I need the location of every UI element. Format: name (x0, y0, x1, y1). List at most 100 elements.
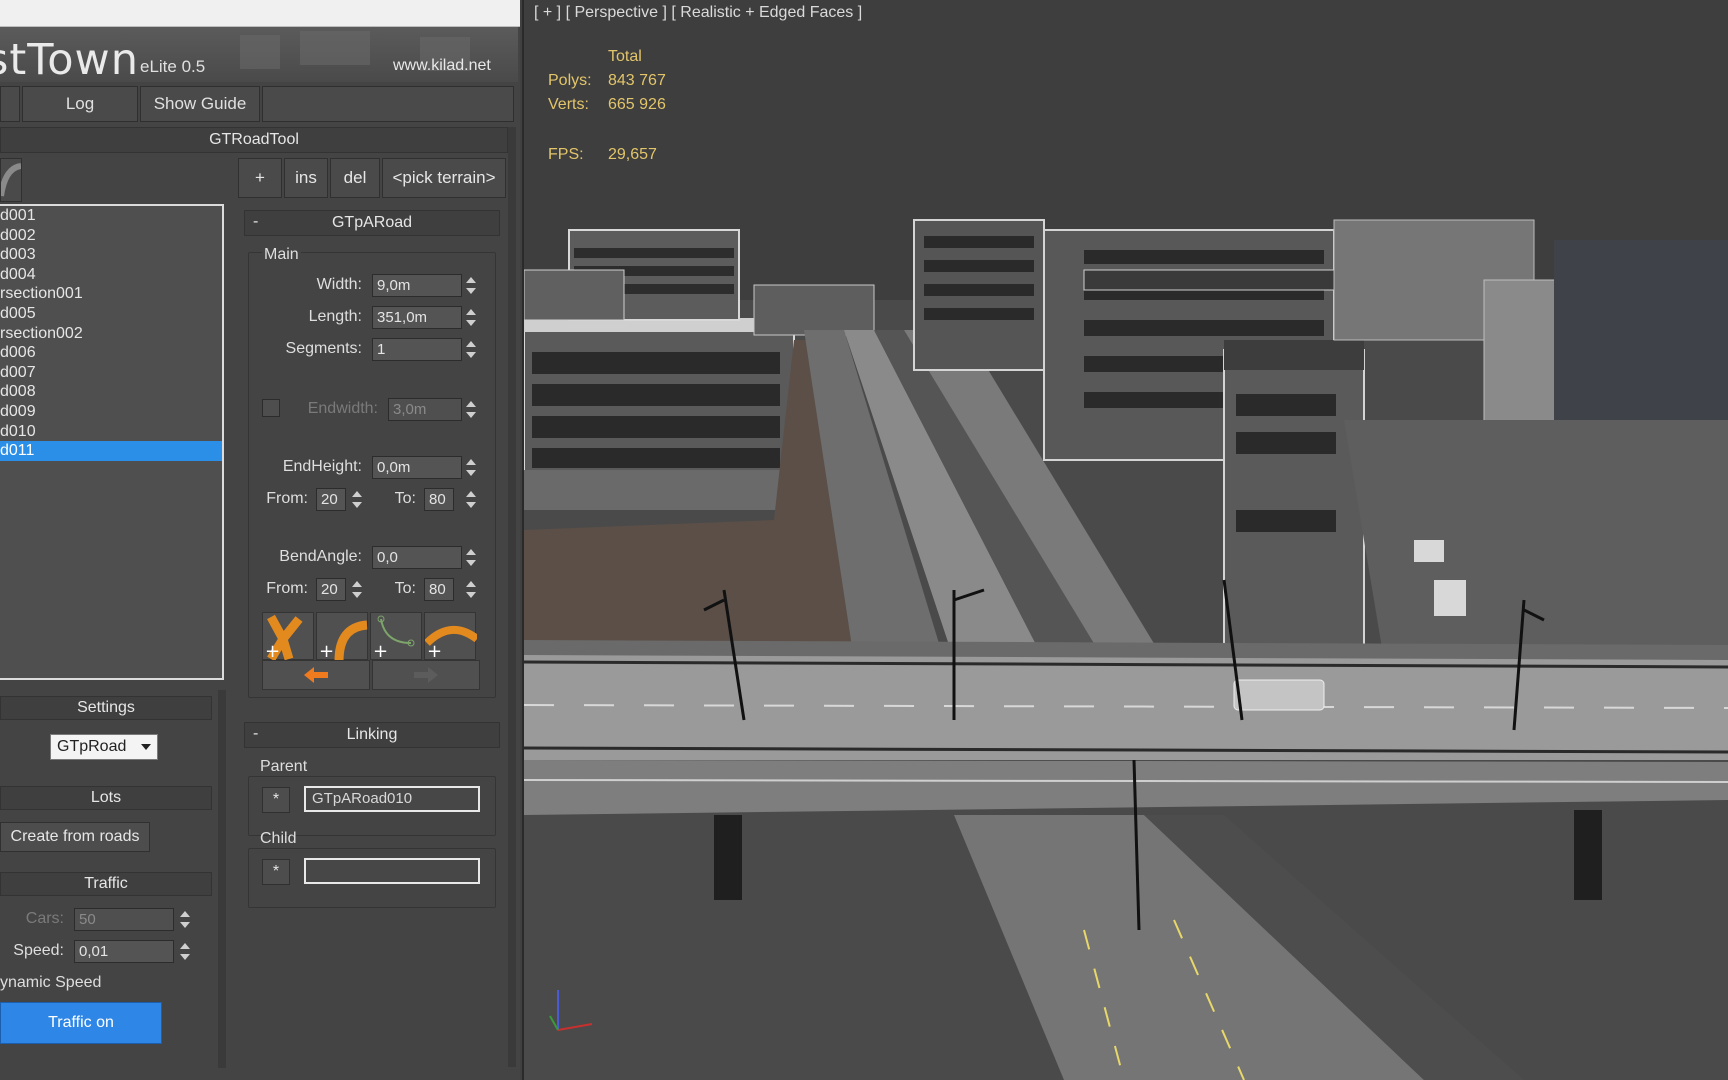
settings-dropdown[interactable]: GTpRoad (50, 734, 158, 760)
create-from-roads-button[interactable]: Create from roads (0, 822, 150, 852)
to-spinner[interactable]: 80 (424, 488, 454, 511)
length-spinner-arrows[interactable] (464, 306, 478, 329)
endwidth-checkbox[interactable] (262, 399, 280, 417)
to-spinner[interactable]: 80 (424, 578, 454, 601)
road-icon[interactable] (0, 158, 22, 202)
endwidth-label: Endwidth: (307, 400, 378, 417)
cars-spinner[interactable]: 50 (74, 908, 174, 931)
from-label: From: (266, 490, 308, 507)
svg-text:+: + (427, 641, 442, 661)
width-spinner-arrows[interactable] (464, 274, 478, 297)
website-link[interactable]: www.kilad.net (393, 57, 491, 75)
polys-value: 843 767 (608, 72, 666, 89)
list-item[interactable]: d007 (0, 363, 222, 383)
fps-value: 29,657 (608, 146, 657, 163)
next-arrow-button[interactable] (372, 660, 480, 690)
speed-label: Speed: (13, 942, 64, 959)
settings-header[interactable]: Settings (0, 696, 212, 720)
list-item[interactable]: d005 (0, 304, 222, 324)
road-arc-icon[interactable]: + (424, 612, 480, 662)
speed-spinner-arrows[interactable] (178, 940, 192, 963)
speed-spinner[interactable]: 0,01 (74, 940, 174, 963)
collapse-toggle[interactable]: - (253, 725, 258, 743)
viewport-label[interactable]: [ + ] [ Perspective ] [ Realistic + Edge… (534, 4, 862, 22)
left-column-scrollbar[interactable] (218, 690, 226, 1068)
tool-title: GTRoadTool (0, 127, 508, 153)
child-pick-button[interactable]: * (262, 859, 290, 885)
list-item[interactable]: rsection001 (0, 284, 222, 304)
list-item[interactable]: d008 (0, 382, 222, 402)
insert-button[interactable]: ins (284, 158, 328, 198)
segments-spinner[interactable]: 1 (372, 338, 462, 361)
linking-rollout-header[interactable]: - Linking (244, 722, 500, 748)
parent-pick-button[interactable]: * (262, 787, 290, 813)
svg-text:+: + (265, 641, 280, 661)
road-rollout-header[interactable]: - GTpARoad (244, 210, 500, 236)
version-label: eLite 0.5 (140, 57, 206, 76)
from-spinner-arrows[interactable] (350, 578, 364, 601)
segments-spinner-arrows[interactable] (464, 338, 478, 361)
stats-header: Total (608, 48, 642, 65)
segments-label: Segments: (285, 340, 362, 357)
length-label: Length: (308, 308, 362, 325)
endheight-spinner-arrows[interactable] (464, 456, 478, 479)
cars-spinner-arrows[interactable] (178, 908, 192, 931)
arrow-right-icon (414, 667, 438, 683)
bendangle-spinner-arrows[interactable] (464, 546, 478, 569)
child-field[interactable] (304, 858, 480, 884)
list-item[interactable]: d009 (0, 402, 222, 422)
from-spinner[interactable]: 20 (316, 578, 346, 601)
list-item[interactable]: d004 (0, 265, 222, 285)
traffic-header[interactable]: Traffic (0, 872, 212, 896)
endheight-label: EndHeight: (282, 458, 362, 475)
length-spinner[interactable]: 351,0m (372, 306, 462, 329)
chevron-down-icon (141, 744, 151, 750)
list-item[interactable]: d006 (0, 343, 222, 363)
log-button[interactable]: Log (22, 86, 138, 122)
list-item[interactable]: rsection002 (0, 324, 222, 344)
list-item[interactable]: d002 (0, 226, 222, 246)
road-list[interactable]: d001 d002 d003 d004 rsection001 d005 rse… (0, 204, 224, 680)
lots-header[interactable]: Lots (0, 786, 212, 810)
list-item[interactable]: d003 (0, 245, 222, 265)
to-spinner-arrows[interactable] (464, 488, 478, 511)
dynamic-speed-label[interactable]: ynamic Speed (0, 974, 101, 992)
pick-terrain-button[interactable]: <pick terrain> (382, 158, 506, 198)
to-spinner-arrows[interactable] (464, 578, 478, 601)
parent-field[interactable]: GTpARoad010 (304, 786, 480, 812)
width-label: Width: (316, 276, 362, 293)
empty-tab (262, 86, 514, 122)
verts-value: 665 926 (608, 96, 666, 113)
ghost-town-panel: stTown eLite 0.5 www.kilad.net Log Show … (0, 0, 520, 1080)
3d-viewport[interactable]: [ + ] [ Perspective ] [ Realistic + Edge… (522, 0, 1728, 1080)
panel-scrollbar[interactable] (508, 127, 516, 1067)
settings-dropdown-value: GTpRoad (57, 738, 127, 755)
list-item[interactable]: d010 (0, 422, 222, 442)
window-titlebar (0, 0, 520, 27)
from-spinner[interactable]: 20 (316, 488, 346, 511)
width-spinner[interactable]: 9,0m (372, 274, 462, 297)
from-spinner-arrows[interactable] (350, 488, 364, 511)
tab-partial[interactable] (0, 86, 20, 122)
delete-button[interactable]: del (330, 158, 380, 198)
city-scene (524, 219, 1728, 1080)
road-node-icon[interactable]: + (370, 612, 422, 662)
parent-label: Parent (260, 758, 308, 775)
road-split-icon[interactable]: + (262, 612, 314, 662)
collapse-toggle[interactable]: - (253, 213, 258, 231)
show-guide-button[interactable]: Show Guide (140, 86, 260, 122)
bendangle-spinner[interactable]: 0,0 (372, 546, 462, 569)
polys-label: Polys: (548, 72, 592, 89)
to-label: To: (394, 580, 416, 597)
prev-arrow-button[interactable] (262, 660, 370, 690)
to-label: To: (394, 490, 416, 507)
list-item-selected[interactable]: d011 (0, 441, 222, 461)
endheight-spinner[interactable]: 0,0m (372, 456, 462, 479)
add-button[interactable]: + (238, 158, 282, 198)
road-curve-icon[interactable]: + (316, 612, 368, 662)
child-label: Child (260, 830, 297, 847)
list-item[interactable]: d001 (0, 206, 222, 226)
endwidth-spinner-arrows[interactable] (464, 398, 478, 421)
endwidth-spinner[interactable]: 3,0m (388, 398, 462, 421)
traffic-on-button[interactable]: Traffic on (0, 1002, 162, 1044)
